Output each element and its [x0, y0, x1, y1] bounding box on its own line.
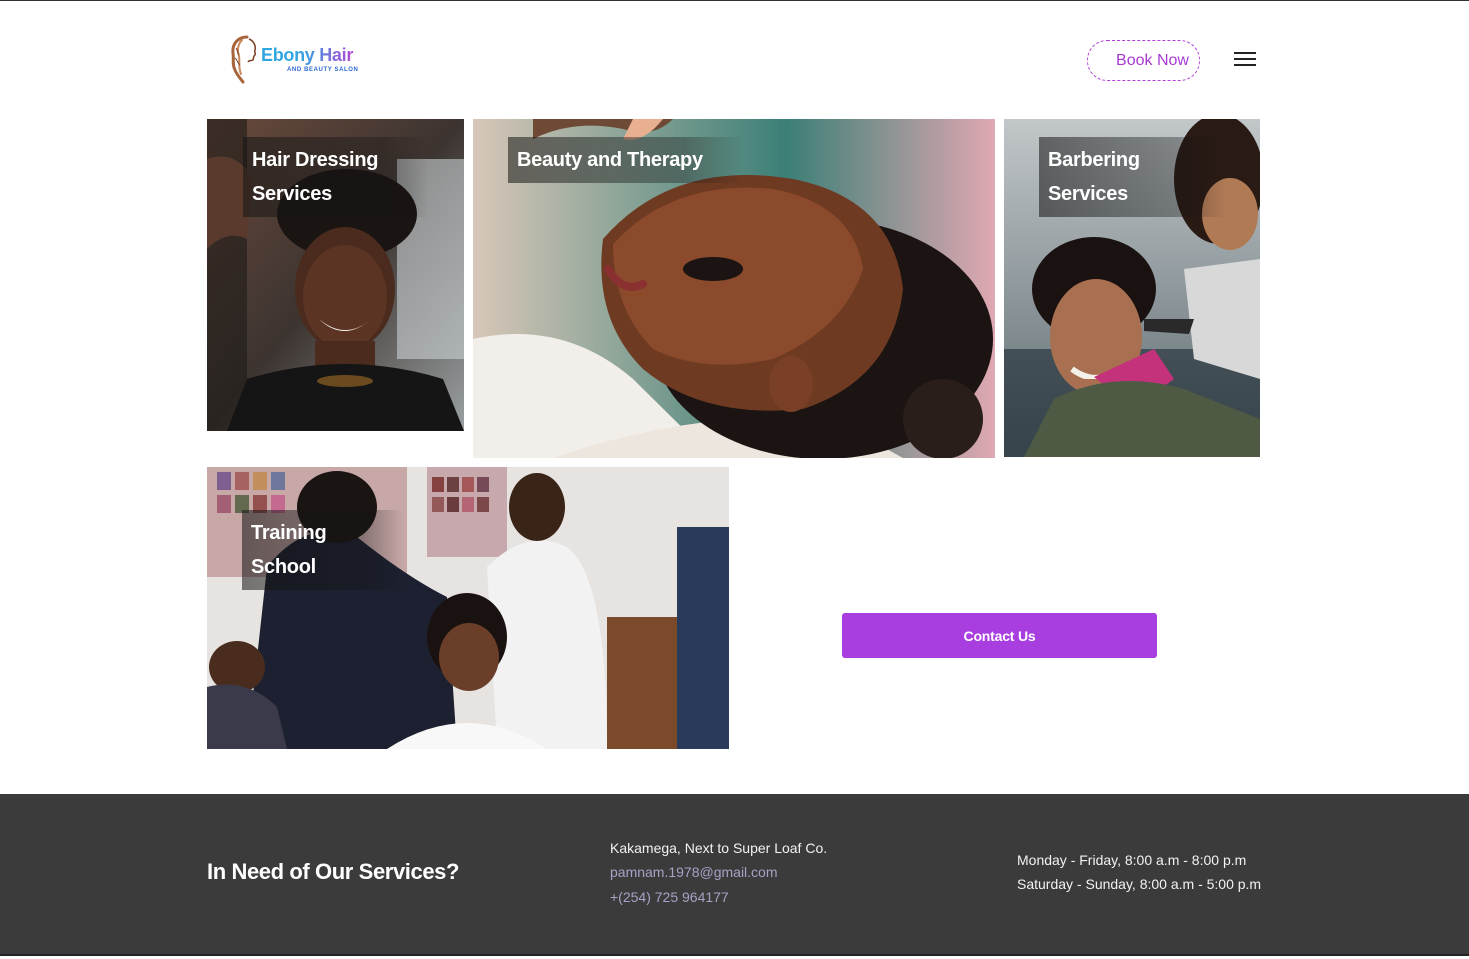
brand-tagline: AND BEAUTY SALON	[287, 67, 359, 73]
card-title: Training School	[242, 510, 404, 590]
card-title: Barbering Services	[1039, 137, 1225, 217]
card-title: Hair Dressing Services	[243, 137, 428, 217]
book-now-button[interactable]: Book Now	[1087, 40, 1200, 81]
card-title-line1: Training School	[251, 522, 327, 578]
footer-hours-weekday: Monday - Friday, 8:00 a.m - 8:00 p.m	[1017, 852, 1247, 868]
footer-title: In Need of Our Services?	[207, 859, 460, 884]
hamburger-menu-icon[interactable]	[1234, 52, 1256, 68]
service-card-beauty-therapy[interactable]: Beauty and Therapy	[473, 119, 995, 458]
brand-logo[interactable]: Ebony Hair AND BEAUTY SALON	[229, 33, 364, 85]
site-footer: In Need of Our Services? Kakamega, Next …	[0, 794, 1469, 954]
woman-silhouette-icon	[229, 34, 259, 84]
card-title-line2: Services	[1048, 183, 1128, 205]
footer-bottom-bar	[0, 954, 1469, 959]
service-card-training-school[interactable]: Training School	[207, 467, 729, 749]
brand-name: Ebony Hair	[261, 45, 359, 66]
service-card-barbering[interactable]: Barbering Services	[1004, 119, 1260, 457]
card-title-line1: Barbering	[1048, 149, 1140, 171]
contact-us-button[interactable]: Contact Us	[842, 613, 1157, 658]
footer-hours-weekend: Saturday - Sunday, 8:00 a.m - 5:00 p.m	[1017, 876, 1262, 892]
site-header: Ebony Hair AND BEAUTY SALON Book Now	[0, 1, 1469, 119]
card-title-line1: Beauty and Therapy	[517, 149, 703, 171]
card-title-line1: Hair Dressing	[252, 149, 379, 171]
card-title: Beauty and Therapy	[508, 137, 743, 183]
card-title-line2: Services	[252, 183, 332, 205]
service-card-hair-dressing[interactable]: Hair Dressing Services	[207, 119, 464, 431]
footer-phone-link[interactable]: +(254) 725 964177	[610, 889, 729, 905]
footer-address: Kakamega, Next to Super Loaf Co.	[610, 840, 828, 856]
footer-email-link[interactable]: pamnam.1978@gmail.com	[610, 864, 778, 880]
